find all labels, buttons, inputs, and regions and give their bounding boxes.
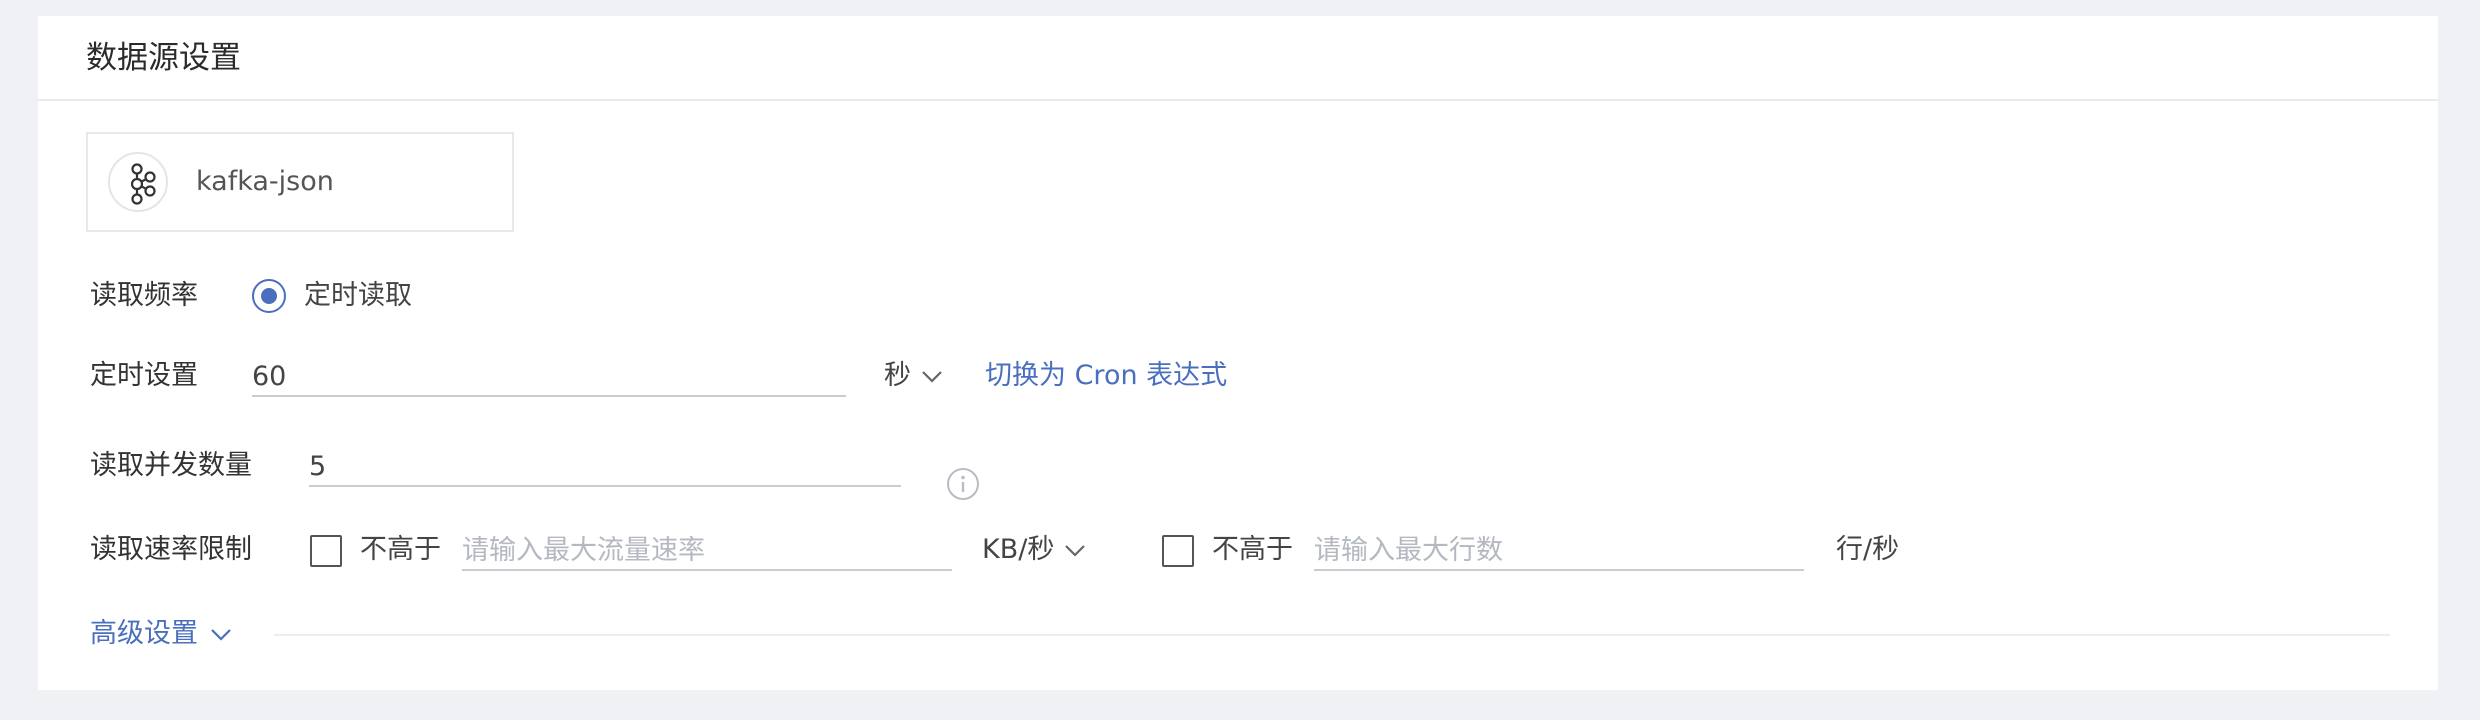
max-flow-rate-input[interactable] xyxy=(462,531,952,571)
flow-unit-select[interactable]: KB/秒 xyxy=(982,530,1086,570)
panel-header: 数据源设置 xyxy=(38,16,2438,101)
scheduled-read-label[interactable]: 定时读取 xyxy=(304,276,412,316)
read-frequency-label: 读取频率 xyxy=(90,280,198,311)
schedule-unit-select[interactable]: 秒 xyxy=(884,356,943,396)
kafka-icon xyxy=(108,152,168,212)
row-limit-checkbox[interactable] xyxy=(1162,535,1194,567)
panel-title: 数据源设置 xyxy=(86,40,241,76)
flow-limit-checkbox-label[interactable]: 不高于 xyxy=(360,530,441,570)
flow-limit-checkbox[interactable] xyxy=(310,535,342,567)
radio-selected-dot xyxy=(261,288,277,304)
advanced-settings-label: 高级设置 xyxy=(90,618,198,649)
datasource-settings-panel: 数据源设置 kafka-json 读取频率 定时读取 定时设置 60 秒 切换为… xyxy=(38,16,2438,690)
info-icon[interactable] xyxy=(946,467,980,501)
schedule-interval-input[interactable] xyxy=(252,357,846,397)
advanced-settings-toggle[interactable]: 高级设置 xyxy=(90,614,232,654)
row-limit-checkbox-label[interactable]: 不高于 xyxy=(1212,530,1293,570)
chevron-down-icon xyxy=(1065,544,1086,557)
schedule-label: 定时设置 xyxy=(90,360,198,391)
chevron-down-icon xyxy=(211,628,231,641)
chevron-down-icon xyxy=(922,370,942,383)
scheduled-read-radio[interactable] xyxy=(252,279,286,313)
max-rows-input[interactable] xyxy=(1314,531,1804,571)
source-name: kafka-json xyxy=(196,166,334,197)
flow-unit-value: KB/秒 xyxy=(982,534,1055,565)
schedule-unit-value: 秒 xyxy=(884,360,911,391)
advanced-settings-divider xyxy=(274,634,2390,636)
source-card[interactable]: kafka-json xyxy=(86,132,514,232)
switch-to-cron-link[interactable]: 切换为 Cron 表达式 xyxy=(985,356,1227,396)
concurrency-label: 读取并发数量 xyxy=(90,450,252,481)
rate-limit-label: 读取速率限制 xyxy=(90,534,252,565)
rows-unit-label: 行/秒 xyxy=(1836,534,1900,565)
concurrency-input[interactable] xyxy=(309,447,901,487)
